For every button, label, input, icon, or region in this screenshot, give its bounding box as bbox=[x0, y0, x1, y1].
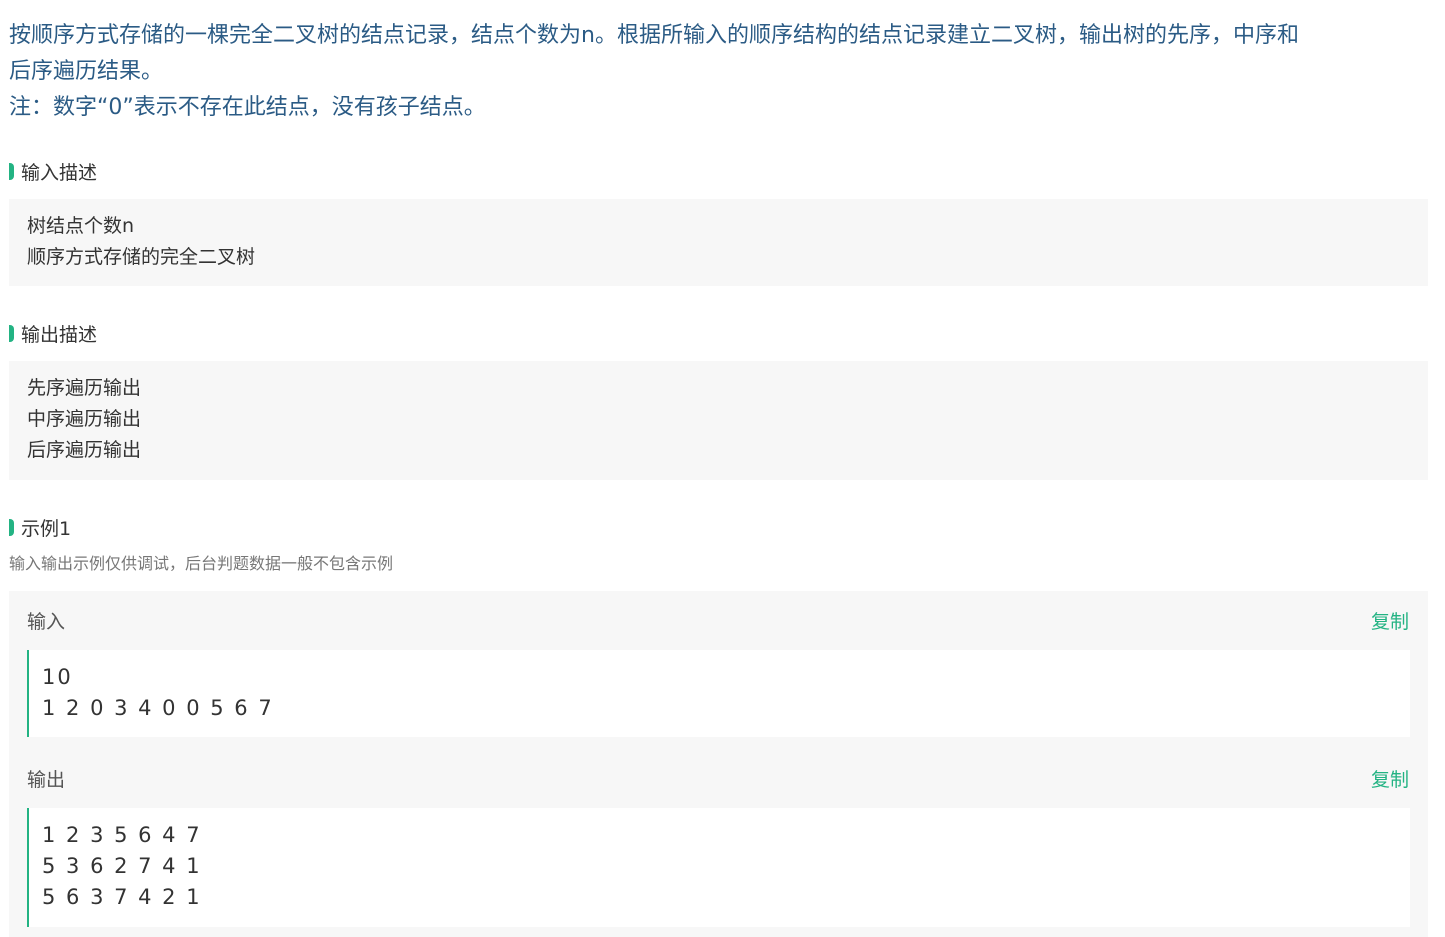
example-input-code[interactable]: 10 1 2 0 3 4 0 0 5 6 7 bbox=[27, 650, 1410, 737]
example-input-line: 1 2 0 3 4 0 0 5 6 7 bbox=[42, 696, 274, 720]
output-description-line: 中序遍历输出 bbox=[27, 408, 142, 430]
input-description-header: 输入描述 bbox=[9, 158, 97, 184]
output-description-header: 输出描述 bbox=[9, 320, 97, 346]
problem-description: 按顺序方式存储的一棵完全二叉树的结点记录，结点个数为n。根据所输入的顺序结构的结… bbox=[9, 18, 1429, 126]
example-output-line: 1 2 3 5 6 4 7 bbox=[42, 823, 202, 847]
output-description-title: 输出描述 bbox=[21, 323, 98, 346]
example-input-line: 10 bbox=[42, 665, 73, 689]
example-header: 示例1 bbox=[9, 514, 71, 540]
input-description-line: 树结点个数n bbox=[27, 215, 135, 237]
example-input-label: 输入 bbox=[27, 610, 66, 633]
section-marker-icon bbox=[9, 162, 14, 180]
example-input-header: 输入 复制 bbox=[27, 605, 1409, 635]
output-description-line: 后序遍历输出 bbox=[27, 439, 142, 461]
example-output-label: 输出 bbox=[27, 768, 66, 791]
copy-output-button[interactable]: 复制 bbox=[1371, 765, 1409, 792]
output-description-line: 先序遍历输出 bbox=[27, 377, 142, 399]
description-line-2: 后序遍历结果。 bbox=[9, 59, 164, 84]
description-note: 注：数字“0”表示不存在此结点，没有孩子结点。 bbox=[9, 95, 486, 120]
example-hint: 输入输出示例仅供调试，后台判题数据一般不包含示例 bbox=[9, 554, 394, 573]
section-marker-icon bbox=[9, 518, 14, 536]
example-output-header: 输出 复制 bbox=[27, 763, 1409, 793]
example-output-line: 5 3 6 2 7 4 1 bbox=[42, 854, 202, 878]
example-title: 示例1 bbox=[21, 517, 72, 540]
example-output-code[interactable]: 1 2 3 5 6 4 7 5 3 6 2 7 4 1 5 6 3 7 4 2 … bbox=[27, 808, 1410, 927]
input-description-box: 树结点个数n 顺序方式存储的完全二叉树 bbox=[9, 199, 1428, 286]
copy-input-button[interactable]: 复制 bbox=[1371, 607, 1409, 634]
input-description-title: 输入描述 bbox=[21, 161, 98, 184]
example-panel: 输入 复制 10 1 2 0 3 4 0 0 5 6 7 输出 复制 1 2 3… bbox=[9, 591, 1428, 937]
description-line-1: 按顺序方式存储的一棵完全二叉树的结点记录，结点个数为n。根据所输入的顺序结构的结… bbox=[9, 23, 1299, 48]
example-output-line: 5 6 3 7 4 2 1 bbox=[42, 885, 202, 909]
section-marker-icon bbox=[9, 324, 14, 342]
output-description-box: 先序遍历输出 中序遍历输出 后序遍历输出 bbox=[9, 361, 1428, 480]
input-description-line: 顺序方式存储的完全二叉树 bbox=[27, 246, 256, 268]
